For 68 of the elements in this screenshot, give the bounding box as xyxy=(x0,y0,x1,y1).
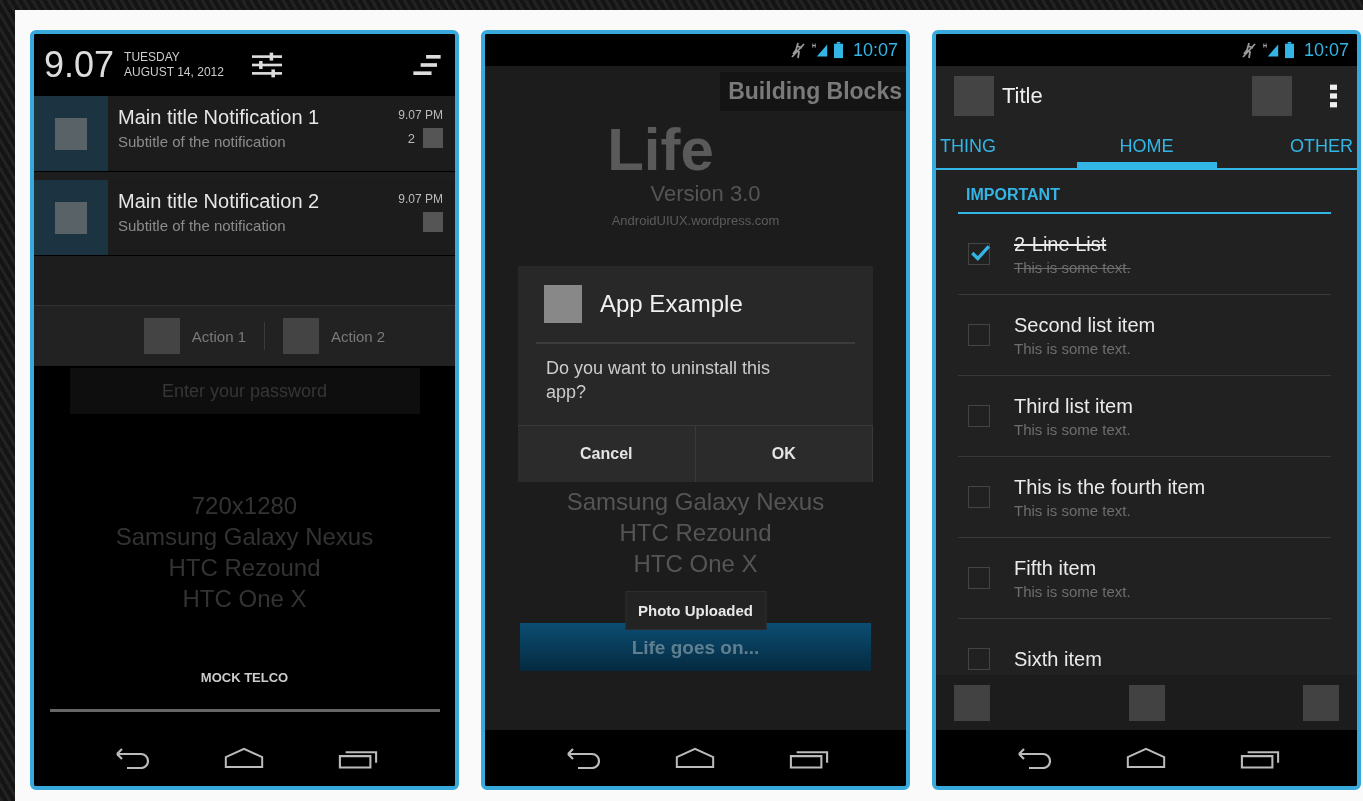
home-icon[interactable] xyxy=(1126,747,1167,769)
notification-time: 9.07 PM xyxy=(398,108,443,122)
drag-handle[interactable] xyxy=(49,709,440,712)
notification-subtitle: Subtitle of the notification xyxy=(118,217,287,234)
device-text: Samsung Galaxy Nexus xyxy=(566,487,825,517)
section-header: IMPORTANT xyxy=(958,170,1331,214)
app-name: Life xyxy=(607,119,714,181)
screen-title: Title xyxy=(1002,82,1043,109)
tab[interactable]: THING xyxy=(936,125,1000,168)
list-item-title: This is the fourth item xyxy=(1014,475,1206,499)
app-icon xyxy=(55,201,87,234)
clock-text: 9.07 xyxy=(44,44,115,86)
list-item-title: 2-Line List xyxy=(1014,232,1108,256)
list-item-subtitle: This is some text. xyxy=(1014,501,1132,519)
weekday-text: TUESDAY xyxy=(124,50,181,65)
checkbox[interactable] xyxy=(968,324,990,346)
website-text: AndroidUIUX.wordpress.com xyxy=(611,213,780,228)
small-icon xyxy=(423,212,443,232)
notification-title: Main title Notification 2 xyxy=(118,190,321,213)
checkbox[interactable] xyxy=(968,567,990,589)
figure-icon xyxy=(789,41,806,59)
list-item-subtitle: This is some text. xyxy=(1014,339,1132,357)
badge-label: Building Blocks xyxy=(720,72,906,111)
notification-card[interactable]: Main title Notification 1 Subtitle of the notification 9.07 PM 2 xyxy=(34,96,455,172)
home-icon[interactable] xyxy=(224,747,265,769)
small-icon xyxy=(423,128,443,148)
home-icon[interactable] xyxy=(675,747,716,769)
checkbox[interactable] xyxy=(968,486,990,508)
dialog-title: App Example xyxy=(600,290,743,318)
tab[interactable]: OTHER xyxy=(1286,125,1357,168)
list-item-title: Second list item xyxy=(1014,313,1156,337)
notification-card[interactable]: Main title Notification 2 Subtitle of the notification 9.07 PM xyxy=(34,180,455,256)
app-icon xyxy=(544,285,582,323)
clear-all-icon[interactable] xyxy=(413,55,441,75)
checkbox[interactable] xyxy=(968,648,990,670)
battery-icon xyxy=(1284,41,1294,59)
list-item-title: Sixth item xyxy=(1014,647,1102,671)
signal-icon xyxy=(1262,41,1279,59)
figure-icon xyxy=(1240,41,1257,59)
checkbox[interactable] xyxy=(968,405,990,427)
action-button[interactable]: Action 2 xyxy=(277,318,392,354)
notification-count: 2 xyxy=(407,130,415,146)
signal-icon xyxy=(811,41,828,59)
date-text: AUGUST 14, 2012 xyxy=(124,65,224,80)
carrier-text: MOCK TELCO xyxy=(200,670,289,685)
list-item-title: Fifth item xyxy=(1014,556,1098,580)
list-item-subtitle: This is some text. xyxy=(1014,582,1131,600)
action-icon xyxy=(143,318,180,354)
list-item-subtitle: This is some text. xyxy=(1014,258,1131,276)
app-icon xyxy=(55,117,87,150)
device-text: HTC Rezound xyxy=(619,518,772,548)
notification-subtitle: Subtitle of the notification xyxy=(118,133,287,150)
list-item-subtitle: This is some text. xyxy=(1014,420,1132,438)
settings-icon[interactable] xyxy=(251,52,282,78)
checkbox[interactable] xyxy=(968,243,990,265)
overflow-menu-icon[interactable] xyxy=(1330,83,1337,108)
battery-icon xyxy=(833,41,843,59)
action-button[interactable]: Action 1 xyxy=(137,318,252,354)
device-text: HTC One X xyxy=(633,549,758,579)
notification-title: Main title Notification 1 xyxy=(118,106,321,129)
toast-message: Photo Uploaded xyxy=(625,591,766,630)
status-time: 10:07 xyxy=(1303,39,1349,61)
status-time: 10:07 xyxy=(852,39,898,61)
action-icon xyxy=(283,318,319,354)
notification-time: 9.07 PM xyxy=(398,192,443,206)
version-text: Version 3.0 xyxy=(650,181,761,207)
list-item-title: Third list item xyxy=(1014,394,1133,418)
dialog-message: Do you want to uninstall this app? xyxy=(545,357,772,404)
